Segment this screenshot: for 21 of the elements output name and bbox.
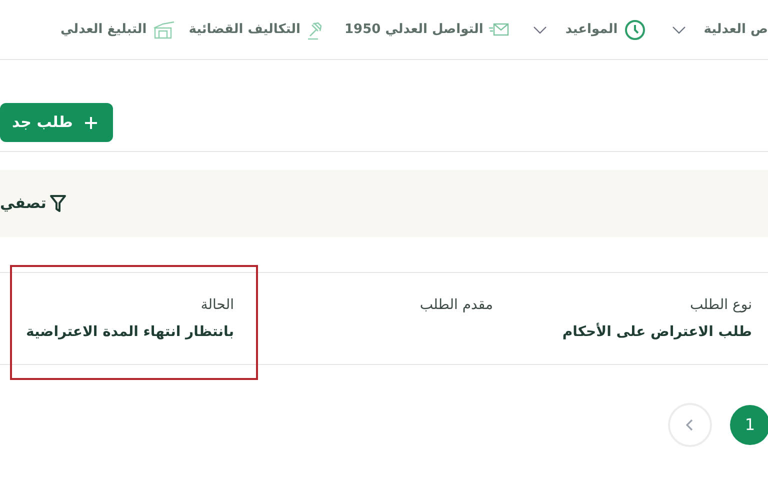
plus-icon xyxy=(84,116,97,128)
nav-link[interactable]: التبليغ العدلي xyxy=(60,20,147,40)
building-icon xyxy=(152,20,175,40)
page-button[interactable]: 1 xyxy=(730,405,768,445)
new-request-button[interactable]: طلب جد xyxy=(0,103,113,142)
column-label: مقدم الطلب xyxy=(418,296,493,315)
cell-value: طلب الاعتراض على الأحكام xyxy=(561,322,752,342)
filter-icon xyxy=(50,194,66,212)
envelope-icon xyxy=(489,22,510,36)
column-label: الحالة xyxy=(200,296,234,315)
clock-icon xyxy=(624,18,646,40)
nav-link[interactable]: ص العدلية xyxy=(704,20,768,40)
chevron-down-icon[interactable] xyxy=(672,26,686,34)
cell-value: بانتظار انتهاء المدة الاعتراضية xyxy=(24,323,234,342)
nav-link[interactable]: التواصل العدلي 1950 xyxy=(344,20,484,40)
chevron-down-icon[interactable] xyxy=(533,26,548,34)
filter-button[interactable]: تصفي xyxy=(0,192,66,215)
column-label: نوع الطلب xyxy=(689,296,752,315)
nav-link[interactable]: التكاليف القضائية xyxy=(188,20,300,40)
chevron-left-icon xyxy=(686,419,694,431)
nav-link[interactable]: المواعيد xyxy=(565,20,618,40)
